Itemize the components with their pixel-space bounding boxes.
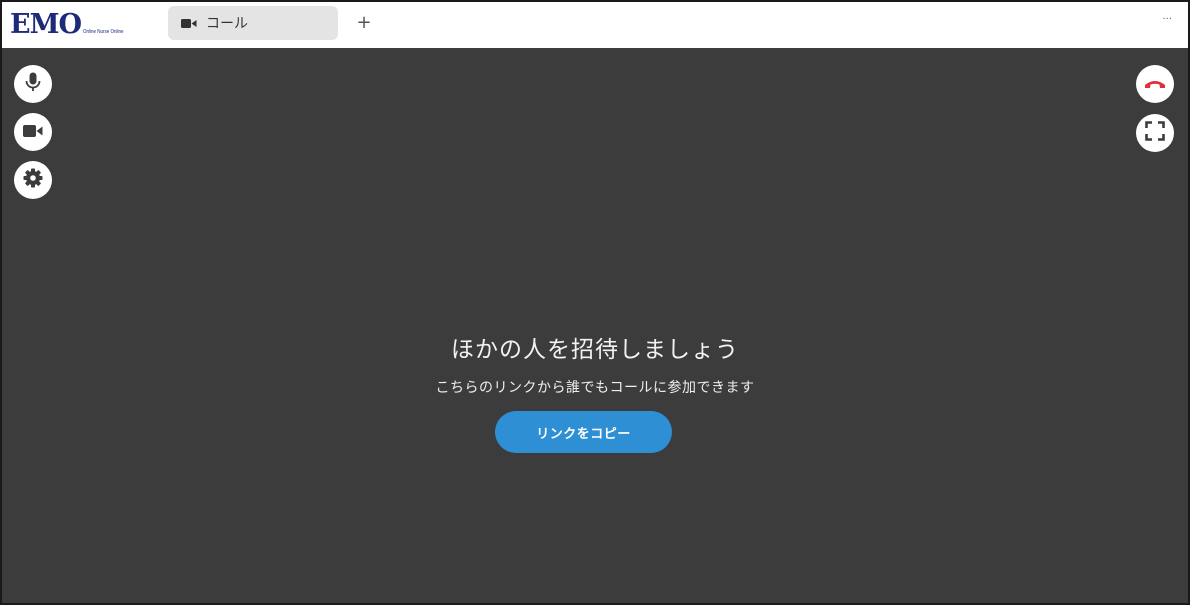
app-window: EMO Online Nurse Online コール + ··· ほかの人を招… xyxy=(0,0,1190,605)
tab-call[interactable]: コール xyxy=(168,6,338,40)
more-menu-button[interactable]: ··· xyxy=(1162,14,1172,25)
logo-text: EMO xyxy=(10,9,82,40)
more-icon: ··· xyxy=(1162,14,1172,25)
call-stage: ほかの人を招待しましょう こちらのリンクから誰でもコールに参加できます リンクを… xyxy=(2,48,1188,603)
fullscreen-button[interactable] xyxy=(1136,114,1174,152)
fullscreen-icon xyxy=(1145,121,1165,145)
microphone-icon xyxy=(25,72,41,96)
video-camera-icon xyxy=(23,123,43,142)
video-camera-icon xyxy=(181,17,199,29)
logo-subtext: Online Nurse Online xyxy=(83,29,124,35)
camera-button[interactable] xyxy=(14,113,52,151)
hang-up-icon xyxy=(1144,75,1166,94)
logo: EMO Online Nurse Online xyxy=(10,8,128,38)
microphone-button[interactable] xyxy=(14,65,52,103)
settings-button[interactable] xyxy=(14,161,52,199)
copy-link-label: リンクをコピー xyxy=(536,426,631,442)
plus-icon: + xyxy=(356,12,372,33)
hang-up-button[interactable] xyxy=(1136,65,1174,103)
invite-subtitle: こちらのリンクから誰でもコールに参加できます xyxy=(435,380,755,396)
copy-link-button[interactable]: リンクをコピー xyxy=(495,411,672,453)
new-tab-button[interactable]: + xyxy=(354,13,374,33)
top-bar: EMO Online Nurse Online コール + ··· xyxy=(2,2,1188,47)
gear-icon xyxy=(23,168,43,192)
invite-title: ほかの人を招待しましょう xyxy=(451,337,739,363)
tab-call-label: コール xyxy=(206,16,248,32)
